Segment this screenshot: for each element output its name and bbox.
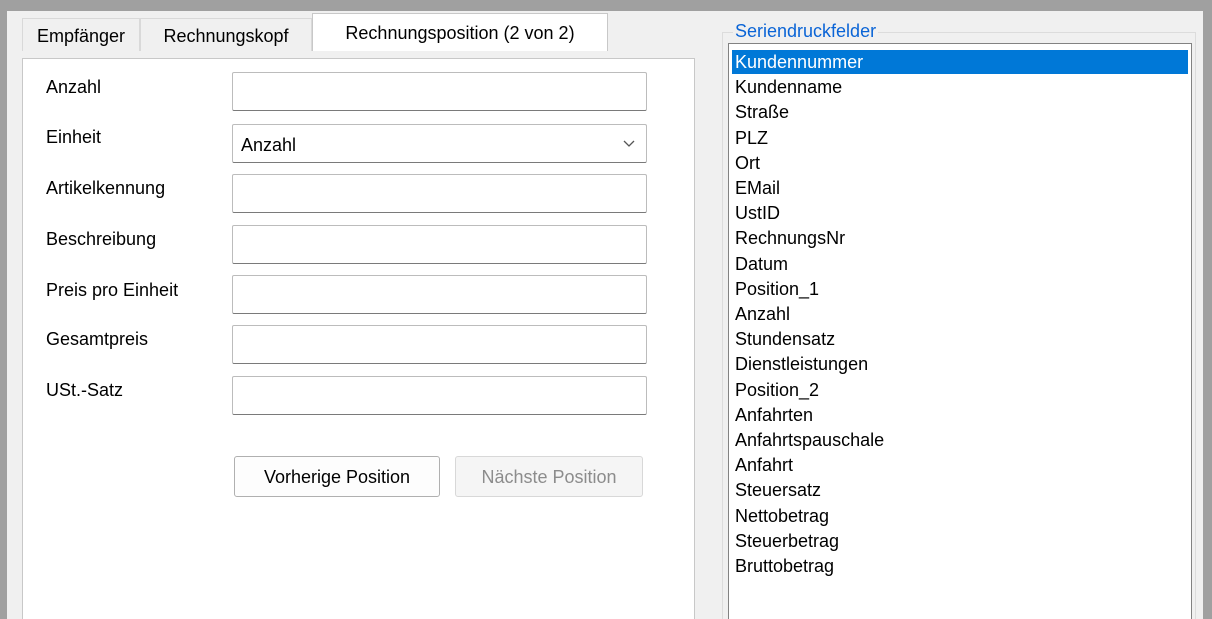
tab-rechnungskopf[interactable]: Rechnungskopf (140, 18, 312, 51)
list-item[interactable]: Dienstleistungen (732, 352, 1188, 376)
tab-page-rechnungsposition: Anzahl Einheit Anzahl Artikelkennung Bes… (22, 58, 695, 619)
tab-label: Empfänger (36, 26, 126, 46)
list-item[interactable]: Anfahrtspauschale (732, 428, 1188, 452)
list-item[interactable]: Ort (732, 151, 1188, 175)
list-item[interactable]: Anfahrt (732, 453, 1188, 477)
ust-label: USt.-Satz (46, 380, 124, 400)
left-border (0, 11, 7, 619)
einheit-select[interactable]: Anzahl (232, 124, 647, 163)
right-border (1203, 11, 1212, 619)
seriendruck-listbox[interactable]: Kundennummer Kundenname Straße PLZ Ort EMail U… (728, 43, 1192, 619)
list-item[interactable]: UstID (732, 201, 1188, 225)
list-item[interactable]: EMail (732, 176, 1188, 200)
tab-label: Rechnungskopf (163, 26, 289, 46)
tab-label: Rechnungsposition (2 von 2) (345, 23, 575, 43)
list-item[interactable]: Bruttobetrag (732, 554, 1188, 578)
list-item[interactable]: PLZ (732, 126, 1188, 150)
einheit-label: Einheit (46, 127, 102, 147)
preis-label: Preis pro Einheit (46, 280, 179, 300)
chevron-down-icon (623, 140, 635, 147)
group-border (722, 32, 723, 619)
next-position-button[interactable]: Nächste Position (455, 456, 643, 497)
group-border (1195, 32, 1196, 619)
gesamtpreis-input[interactable] (232, 325, 647, 364)
previous-position-button[interactable]: Vorherige Position (234, 456, 440, 497)
einheit-selected-value: Anzahl (241, 135, 297, 155)
list-item[interactable]: Position_2 (732, 378, 1188, 402)
gesamtpreis-label: Gesamtpreis (46, 329, 149, 349)
seriendruck-group-title: Seriendruckfelder (733, 20, 879, 42)
beschreibung-input[interactable] (232, 225, 647, 264)
top-border (0, 0, 1212, 11)
list-item[interactable]: Stundensatz (732, 327, 1188, 351)
beschreibung-label: Beschreibung (46, 229, 157, 249)
anzahl-label: Anzahl (46, 77, 102, 97)
anzahl-input[interactable] (232, 72, 647, 111)
list-item[interactable]: RechnungsNr (732, 226, 1188, 250)
artikelkennung-input[interactable] (232, 174, 647, 213)
list-item[interactable]: Anfahrten (732, 403, 1188, 427)
list-item[interactable]: Steuerbetrag (732, 529, 1188, 553)
tab-rechnungsposition[interactable]: Rechnungsposition (2 von 2) (312, 13, 608, 51)
list-item[interactable]: Datum (732, 252, 1188, 276)
list-item[interactable]: Kundenname (732, 75, 1188, 99)
list-item[interactable]: Kundennummer (732, 50, 1188, 74)
ust-input[interactable] (232, 376, 647, 415)
list-item[interactable]: Straße (732, 100, 1188, 124)
preis-input[interactable] (232, 275, 647, 314)
list-item[interactable]: Nettobetrag (732, 504, 1188, 528)
list-item[interactable]: Position_1 (732, 277, 1188, 301)
artikelkennung-label: Artikelkennung (46, 178, 166, 198)
list-item[interactable]: Anzahl (732, 302, 1188, 326)
list-item[interactable]: Steuersatz (732, 478, 1188, 502)
tab-empfaenger[interactable]: Empfänger (22, 18, 140, 51)
